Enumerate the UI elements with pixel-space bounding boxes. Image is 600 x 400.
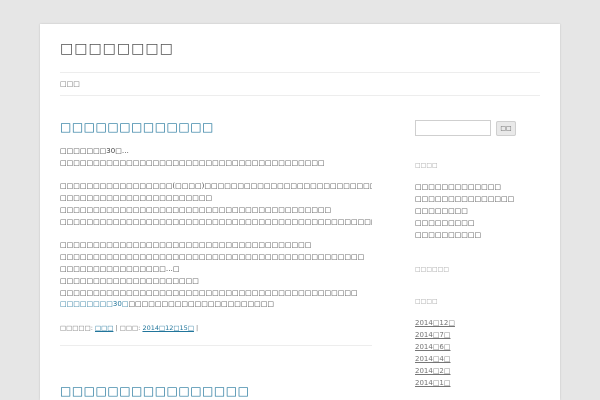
post-divider	[60, 345, 372, 347]
search-input[interactable]	[415, 120, 491, 136]
nav-divider	[60, 95, 540, 96]
post-line: □□□□□□□30□…	[60, 147, 129, 155]
nav-item-home[interactable]: □□□	[60, 80, 80, 88]
meta-close: |	[196, 324, 199, 333]
archive-link[interactable]: 2014□4□	[415, 353, 545, 365]
recent-post-link[interactable]: □□□□□□□□□□	[415, 229, 545, 241]
recent-post-link[interactable]: □□□□□□□□	[415, 205, 545, 217]
post-line: □□□□□□□□□□□□□□□□□□□□□□□□□□□□□□□□□□□□□□□□…	[60, 288, 358, 297]
widget-title-recent: □□□□	[415, 162, 438, 169]
post-line: □□□□□□□□□□□□□□□□□□□□□□□□□□□□□□□□□□□□□□□□	[60, 158, 325, 167]
recent-post-link[interactable]: □□□□□□□□□□□□□□□	[415, 193, 545, 205]
archive-link[interactable]: 2014□1□	[415, 377, 545, 389]
site-title[interactable]: □□□□□□□□	[60, 41, 174, 57]
post-body: □□□□□□□30□… □□□□□□□□□□□□□□□□□□□□□□□□□□□□…	[60, 146, 372, 311]
archive-link[interactable]: 2014□2□	[415, 365, 545, 377]
archive-link[interactable]: 2014□6□	[415, 341, 545, 353]
post-line: □□□□□□□□□□□□□□□□□□□□□□□□□□□□□□□□□□□□□□	[60, 241, 312, 250]
post-line: □□□□□□□□□□□□□□□□□□□□□□□□□□□□□□□□□□□□□□□□…	[60, 217, 372, 226]
search-button[interactable]: □□	[496, 120, 516, 136]
category-label: □□□□□:	[60, 324, 93, 333]
header-divider	[60, 72, 540, 73]
post-line: □□□□□□□□□□□□□□□□□□□□□□□□□□□□□□□□□□□□□□□□…	[60, 205, 332, 214]
read-more-tail: □□□□□□□□□□□□□□□□□□□□□□	[128, 300, 274, 309]
read-more-line: □□□□□□□□30□□□□□□□□□□□□□□□□□□□□□□□	[60, 299, 372, 311]
category-link[interactable]: □□□	[95, 324, 113, 332]
date-link[interactable]: 2014□12□15□	[142, 324, 194, 332]
sidebar: □□ □□□□ □□□□□□□□□□□□□ □□□□□□□□□□□□□□□ □□…	[415, 120, 545, 389]
post-line: □□□□□□□□□□□□□□□□□□□□□	[60, 276, 199, 285]
post-line: □□□□□□□□□□□□□□□□□(□□□□)□□□□□□□□□□□□□□□□□…	[60, 182, 372, 191]
date-label: | □□□:	[115, 324, 141, 333]
post-title-2[interactable]: □□□□□□□□□□□□□□□□	[60, 384, 249, 398]
search-form: □□	[415, 120, 545, 136]
main-content: □□□□□□□□□□□□□ □□□□□□□30□… □□□□□□□□□□□□□□…	[60, 120, 372, 347]
post-line: □□□□□□□□□□□□□□□□□□□□□□□□□□□□□□□□□□□□□□□□…	[60, 253, 365, 262]
page-container: □□□□□□□□ □□□ □□□□□□□□□□□□□ □□□□□□□30□… □…	[40, 24, 560, 400]
entry-meta: □□□□□: □□□ | □□□: 2014□12□15□ |	[60, 324, 372, 332]
post-title[interactable]: □□□□□□□□□□□□□	[60, 120, 372, 134]
archive-link[interactable]: 2014□12□	[415, 317, 545, 329]
widget-title-archives: □□□□	[415, 298, 438, 305]
archive-link[interactable]: 2014□7□	[415, 329, 545, 341]
recent-post-link[interactable]: □□□□□□□□□	[415, 217, 545, 229]
read-more-link[interactable]: □□□□□□□□30□	[60, 300, 128, 308]
widget-title-comments: □□□□□□	[415, 266, 450, 273]
post-line: □□□□□□□□□□□□□□□□□□□□□□□	[60, 194, 213, 203]
post-line: □□□□□□□□□□□□□□□□…□	[60, 264, 180, 273]
recent-post-link[interactable]: □□□□□□□□□□□□□	[415, 181, 545, 193]
